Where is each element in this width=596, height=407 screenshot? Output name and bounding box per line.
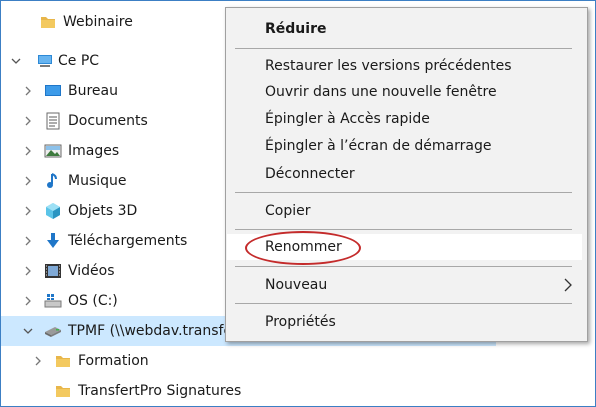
submenu-arrow-icon xyxy=(564,278,572,292)
tree-item-label: Vidéos xyxy=(68,263,115,279)
videos-icon xyxy=(45,264,61,278)
folder-icon xyxy=(56,356,70,367)
explorer-window: Webinaire Ce PC Bureau Documents Images xyxy=(0,0,596,407)
chevron-right-icon[interactable] xyxy=(20,263,36,279)
documents-icon xyxy=(46,112,60,130)
tree-item-label: TPMF (\\webdav.transfe xyxy=(68,323,233,339)
tree-item-label: Webinaire xyxy=(63,14,133,30)
highlight-circle-annotation xyxy=(245,231,361,265)
3d-objects-icon xyxy=(46,203,60,219)
tree-item-formation[interactable]: Formation xyxy=(1,346,595,376)
menu-item-label: Nouveau xyxy=(265,277,328,293)
chevron-down-icon[interactable] xyxy=(8,53,24,69)
menu-item-proprietes[interactable]: Propriétés xyxy=(226,309,587,335)
drive-icon xyxy=(44,294,62,308)
tree-item-label: Musique xyxy=(68,173,127,189)
chevron-right-icon[interactable] xyxy=(20,83,36,99)
tree-item-label: Objets 3D xyxy=(68,203,138,219)
menu-separator xyxy=(235,303,572,304)
folder-icon xyxy=(41,17,55,28)
menu-item-reduire[interactable]: Réduire xyxy=(226,16,587,42)
music-icon xyxy=(47,173,57,188)
context-menu: Réduire Restaurer les versions précédent… xyxy=(225,7,588,342)
chevron-right-icon[interactable] xyxy=(20,173,36,189)
folder-icon xyxy=(56,386,70,397)
desktop-icon xyxy=(45,85,61,96)
tree-item-label: Images xyxy=(68,143,120,159)
menu-item-epingler-ecran-demarrage[interactable]: Épingler à l’écran de démarrage xyxy=(226,133,587,159)
menu-item-ouvrir-nouvelle-fenetre[interactable]: Ouvrir dans une nouvelle fenêtre xyxy=(226,79,587,105)
pictures-icon xyxy=(44,144,62,158)
tree-item-label: Téléchargements xyxy=(68,233,188,249)
downloads-icon xyxy=(47,233,59,248)
menu-item-restaurer-versions[interactable]: Restaurer les versions précédentes xyxy=(226,53,587,79)
menu-item-label: Déconnecter xyxy=(265,166,355,182)
menu-separator xyxy=(235,192,572,193)
menu-item-deconnecter[interactable]: Déconnecter xyxy=(226,161,587,187)
menu-item-label: Copier xyxy=(265,203,311,219)
tree-item-transfertpro-signatures[interactable]: TransfertPro Signatures xyxy=(1,376,595,406)
menu-item-epingler-acces-rapide[interactable]: Épingler à Accès rapide xyxy=(226,106,587,132)
chevron-right-icon[interactable] xyxy=(30,353,46,369)
menu-item-label: Réduire xyxy=(265,21,327,37)
menu-item-label: Ouvrir dans une nouvelle fenêtre xyxy=(265,84,497,100)
menu-item-label: Épingler à Accès rapide xyxy=(265,111,430,127)
menu-separator xyxy=(235,229,572,230)
tree-item-label: Formation xyxy=(78,353,149,369)
network-drive-icon xyxy=(45,327,61,337)
chevron-right-icon[interactable] xyxy=(20,233,36,249)
chevron-right-icon[interactable] xyxy=(20,113,36,129)
tree-item-label: Documents xyxy=(68,113,148,129)
menu-item-label: Épingler à l’écran de démarrage xyxy=(265,138,492,154)
chevron-down-icon[interactable] xyxy=(20,323,36,339)
menu-item-nouveau[interactable]: Nouveau xyxy=(226,272,587,298)
menu-item-copier[interactable]: Copier xyxy=(226,198,587,224)
menu-item-label: Restaurer les versions précédentes xyxy=(265,58,512,74)
menu-item-label: Propriétés xyxy=(265,314,336,330)
tree-item-label: Ce PC xyxy=(58,53,100,69)
chevron-right-icon[interactable] xyxy=(20,293,36,309)
tree-item-label: Bureau xyxy=(68,83,118,99)
tree-item-label: TransfertPro Signatures xyxy=(78,383,242,399)
chevron-right-icon[interactable] xyxy=(20,203,36,219)
menu-separator xyxy=(235,48,572,49)
chevron-right-icon[interactable] xyxy=(20,143,36,159)
tree-item-label: OS (C:) xyxy=(68,293,118,309)
menu-separator xyxy=(235,266,572,267)
computer-icon xyxy=(38,55,52,67)
